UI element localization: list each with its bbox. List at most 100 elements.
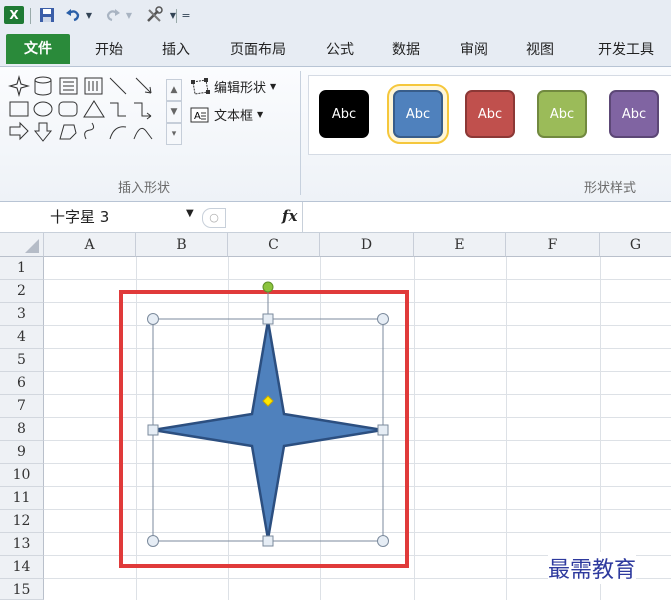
tools-icon[interactable] [144, 6, 166, 24]
undo-dropdown-icon[interactable]: ▼ [84, 6, 94, 24]
name-box-dropdown-icon[interactable]: ▼ [186, 208, 194, 219]
line-shape-icon [109, 77, 127, 95]
customize-icon[interactable]: = [180, 6, 192, 24]
tab-home[interactable]: 开始 [82, 38, 136, 62]
row-header[interactable]: 6 [0, 372, 44, 395]
right-arrow-shape-icon [9, 121, 29, 141]
text-box-icon: A [190, 107, 209, 122]
resize-handle-top[interactable] [262, 313, 274, 325]
star-shape-icon [8, 75, 31, 98]
row-header[interactable]: 15 [0, 579, 44, 600]
quick-access-toolbar: X ▼ ▼ ▼ = [0, 0, 671, 32]
group-divider [300, 71, 301, 195]
row-header[interactable]: 9 [0, 441, 44, 464]
column-header[interactable]: D [320, 233, 414, 257]
formula-input[interactable] [304, 206, 664, 228]
resize-handle-bottom-left[interactable] [147, 535, 159, 547]
text-box-label: 文本框 [214, 109, 254, 124]
resize-handle-right[interactable] [377, 424, 389, 436]
star-body[interactable] [152, 320, 384, 540]
row-header[interactable]: 3 [0, 303, 44, 326]
elbow-connector-shape-icon [110, 102, 126, 117]
watermark-text: 最需教育 [548, 552, 637, 584]
chevron-down-icon: ▼ [270, 82, 277, 91]
ribbon-tabs: 文件 开始 插入 页面布局 公式 数据 审阅 视图 开发工具 [0, 32, 671, 67]
gridline [600, 257, 601, 600]
textbox-shape-icon [59, 77, 78, 95]
formula-bar: 十字星 3 ▼ ○ fx [0, 202, 671, 233]
edit-shape-button[interactable]: 编辑形状 ▼ [190, 77, 276, 96]
oval-shape-icon [33, 101, 53, 117]
column-header[interactable]: G [600, 233, 671, 257]
svg-text:A: A [194, 111, 201, 122]
row-header[interactable]: 5 [0, 349, 44, 372]
chevron-down-icon: ▼ [257, 110, 264, 119]
tab-review[interactable]: 审阅 [450, 38, 498, 62]
row-header[interactable]: 7 [0, 395, 44, 418]
column-header[interactable]: A [44, 233, 136, 257]
save-icon[interactable] [38, 6, 56, 24]
tab-formulas[interactable]: 公式 [316, 38, 364, 62]
rectangle-shape-icon [9, 101, 29, 117]
arrow-line-shape-icon [135, 77, 152, 94]
arc-shape-icon [133, 127, 153, 140]
four-point-star-shape[interactable] [140, 278, 400, 558]
triangle-shape-icon [83, 100, 105, 118]
column-header[interactable]: E [414, 233, 506, 257]
redo-dropdown-icon[interactable]: ▼ [124, 6, 134, 24]
shape-styles-gallery: Abc Abc Abc Abc Abc [308, 75, 671, 155]
row-header[interactable]: 12 [0, 510, 44, 533]
resize-handle-left[interactable] [147, 424, 159, 436]
curve-shape-icon [109, 126, 127, 140]
elbow-arrow-shape-icon [134, 102, 152, 120]
insert-shapes-group-label: 插入形状 [118, 181, 171, 196]
row-header[interactable]: 10 [0, 464, 44, 487]
tab-page-layout[interactable]: 页面布局 [218, 38, 298, 62]
row-header[interactable]: 13 [0, 533, 44, 556]
rotation-handle[interactable] [262, 281, 274, 293]
resize-handle-bottom-right[interactable] [377, 535, 389, 547]
column-header[interactable]: F [506, 233, 600, 257]
resize-handle-top-right[interactable] [377, 313, 389, 325]
column-header[interactable]: B [136, 233, 228, 257]
redo-icon[interactable] [104, 6, 122, 24]
separator [30, 8, 31, 24]
row-header[interactable]: 11 [0, 487, 44, 510]
shape-style-red[interactable]: Abc [465, 90, 515, 138]
gallery-more-icon[interactable]: ▾ [166, 123, 182, 145]
scribble-shape-icon [84, 122, 95, 140]
select-all-corner[interactable] [0, 233, 44, 257]
shape-style-black[interactable]: Abc [319, 90, 369, 138]
tab-developer[interactable]: 开发工具 [586, 38, 666, 62]
resize-handle-bottom[interactable] [262, 535, 274, 547]
name-box[interactable]: 十字星 3 [50, 206, 200, 228]
gallery-scroll-down-icon[interactable]: ▼ [166, 101, 182, 123]
cylinder-shape-icon [34, 76, 52, 96]
freeform-shape-icon [59, 124, 77, 140]
shape-style-green[interactable]: Abc [537, 90, 587, 138]
row-header[interactable]: 2 [0, 280, 44, 303]
tab-insert[interactable]: 插入 [150, 38, 202, 62]
column-header[interactable]: C [228, 233, 320, 257]
undo-icon[interactable] [64, 6, 82, 24]
insert-function-icon[interactable]: fx [282, 207, 297, 225]
text-box-button[interactable]: A 文本框 ▼ [190, 105, 263, 124]
shape-style-blue[interactable]: Abc [387, 84, 449, 144]
formula-bar-resize-icon[interactable]: ○ [202, 208, 226, 228]
tab-file[interactable]: 文件 [6, 34, 70, 64]
shape-gallery[interactable] [8, 75, 164, 147]
rounded-rectangle-shape-icon [58, 101, 78, 117]
row-header[interactable]: 4 [0, 326, 44, 349]
tab-data[interactable]: 数据 [382, 38, 430, 62]
row-header[interactable]: 8 [0, 418, 44, 441]
gallery-scroll-up-icon[interactable]: ▲ [166, 79, 182, 101]
formula-divider [302, 202, 303, 232]
gridline [414, 257, 415, 600]
row-header[interactable]: 1 [0, 257, 44, 280]
shape-style-purple[interactable]: Abc [609, 90, 659, 138]
resize-handle-top-left[interactable] [147, 313, 159, 325]
tab-view[interactable]: 视图 [516, 38, 564, 62]
ribbon: ▲ ▼ ▾ 编辑形状 ▼ A 文本框 ▼ 插入形状 Abc Abc Abc Ab… [0, 67, 671, 202]
excel-icon: X [4, 6, 24, 24]
row-header[interactable]: 14 [0, 556, 44, 579]
